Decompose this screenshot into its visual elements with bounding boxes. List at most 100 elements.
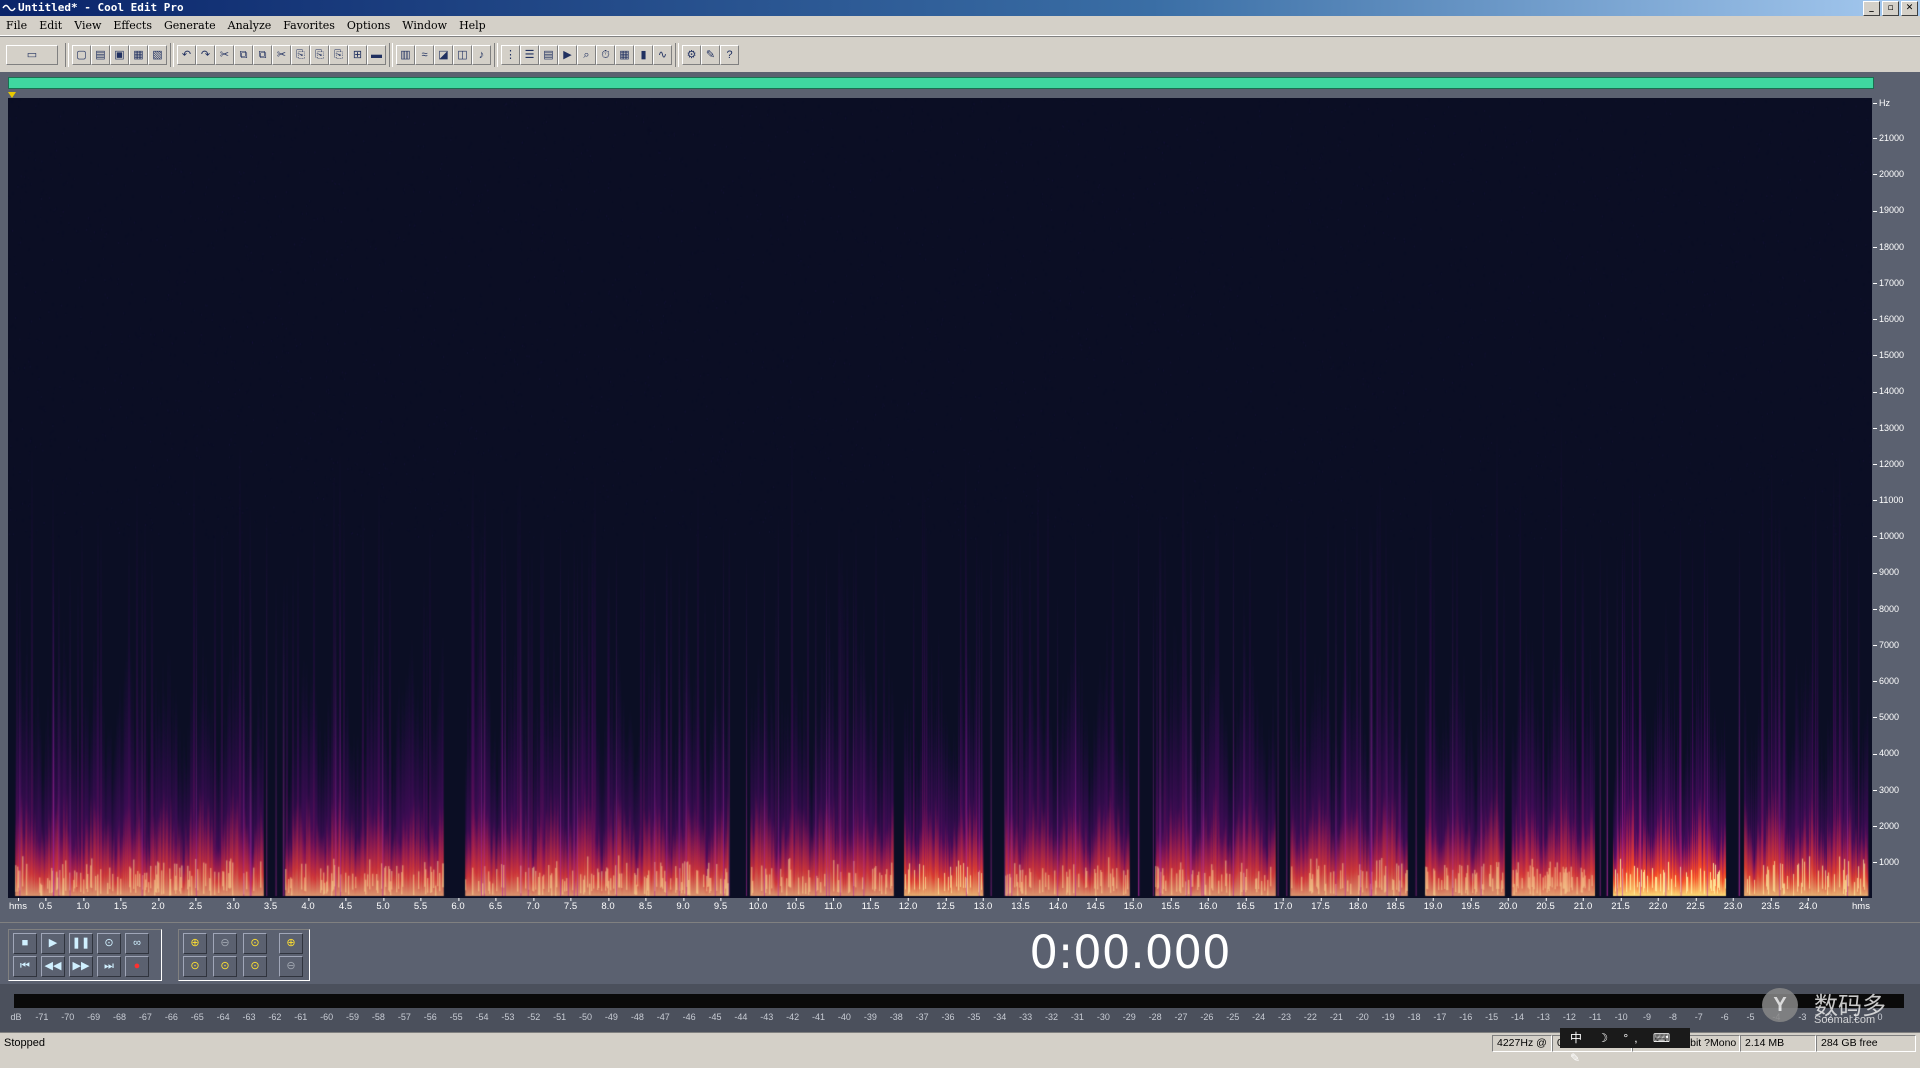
minimize-button[interactable]: _ xyxy=(1863,1,1880,16)
save-selection-icon[interactable]: ▦ xyxy=(129,45,148,65)
status-free-space: 284 GB free xyxy=(1816,1035,1916,1052)
meter-icon[interactable]: ▮ xyxy=(634,45,653,65)
fast-forward-icon[interactable]: ▶▶ xyxy=(69,956,93,977)
close-icon[interactable]: ▧ xyxy=(148,45,167,65)
overview-bar[interactable] xyxy=(8,77,1874,89)
zoom-selection-icon[interactable]: ⊙ xyxy=(243,956,267,977)
undo-icon[interactable]: ↶ xyxy=(177,45,196,65)
zoom-out-vertical-icon[interactable]: ⊖ xyxy=(279,956,303,977)
zoom-in-horizontal-icon[interactable]: ⊕ xyxy=(183,933,207,954)
time-tick: 5.5 xyxy=(414,901,427,912)
help-icon[interactable]: ? xyxy=(720,45,739,65)
meter-tick: -48 xyxy=(631,1012,644,1022)
app-icon xyxy=(2,2,16,14)
menu-help[interactable]: Help xyxy=(453,16,492,35)
meter-tick: -50 xyxy=(579,1012,592,1022)
time-tick: 11.5 xyxy=(862,901,880,912)
zoom-in-vertical-icon[interactable]: ⊕ xyxy=(279,933,303,954)
time-tick: 2.5 xyxy=(189,901,202,912)
record-icon[interactable]: ● xyxy=(125,956,149,977)
menu-edit[interactable]: Edit xyxy=(33,16,68,35)
meter-tick: -40 xyxy=(838,1012,851,1022)
loop-icon[interactable]: ∞ xyxy=(125,933,149,954)
meter-tick: -49 xyxy=(605,1012,618,1022)
meter-tick: -11 xyxy=(1589,1012,1601,1022)
copy-to-new-icon[interactable]: ⧉ xyxy=(253,45,272,65)
time-tick: 23.5 xyxy=(1761,901,1780,912)
grid-icon[interactable]: ▦ xyxy=(615,45,634,65)
spectrogram-display[interactable] xyxy=(8,98,1872,898)
time-format-icon[interactable]: ⏱ xyxy=(596,45,615,65)
zoom-full-icon[interactable]: ⊙ xyxy=(243,933,267,954)
copy-icon[interactable]: ⧉ xyxy=(234,45,253,65)
paste-icon[interactable]: ⎘ xyxy=(291,45,310,65)
restore-button[interactable]: ▫ xyxy=(1882,1,1899,16)
time-tick: 20.5 xyxy=(1536,901,1555,912)
title-bar: Untitled* - Cool Edit Pro _ ▫ ✕ xyxy=(0,0,1920,16)
pitch-icon[interactable]: ♪ xyxy=(472,45,491,65)
waveform-view-icon[interactable]: ≈ xyxy=(415,45,434,65)
open-icon[interactable]: ▤ xyxy=(91,45,110,65)
time-tick: 10.5 xyxy=(786,901,805,912)
menu-options[interactable]: Options xyxy=(341,16,396,35)
spectral-pan-icon[interactable]: ◪ xyxy=(434,45,453,65)
spectrogram-canvas[interactable] xyxy=(8,98,1872,898)
frequency-analysis-icon[interactable]: ∿ xyxy=(653,45,672,65)
zoom-right-icon[interactable]: ⊙ xyxy=(213,956,237,977)
frequency-tick: 19000 xyxy=(1873,205,1904,215)
menu-view[interactable]: View xyxy=(68,16,107,35)
menu-favorites[interactable]: Favorites xyxy=(277,16,341,35)
play-icon[interactable]: ▶ xyxy=(558,45,577,65)
menu-window[interactable]: Window xyxy=(396,16,453,35)
zoom-out-horizontal-icon[interactable]: ⊖ xyxy=(213,933,237,954)
toolbar-separator xyxy=(65,43,69,67)
pause-icon[interactable]: ❚❚ xyxy=(69,933,93,954)
time-ruler[interactable]: hms hms 0.5 1.0 1.5 2.0 2.5 3.0 3.5 4.0 4.5 5.0 5.… xyxy=(0,898,1920,916)
play-icon[interactable]: ▶ xyxy=(41,933,65,954)
silence-icon[interactable]: ▬ xyxy=(367,45,386,65)
time-tick: 9.5 xyxy=(714,901,727,912)
multitrack-view-icon[interactable]: ▭ xyxy=(6,45,58,65)
zoom-left-icon[interactable]: ⊙ xyxy=(183,956,207,977)
scripts-icon[interactable]: ✎ xyxy=(701,45,720,65)
go-to-end-icon[interactable]: ⏭ xyxy=(97,956,121,977)
save-icon[interactable]: ▣ xyxy=(110,45,129,65)
rewind-icon[interactable]: ◀◀ xyxy=(41,956,65,977)
frequency-tick: 17000 xyxy=(1873,278,1904,288)
repeat-icon[interactable]: ✂ xyxy=(215,45,234,65)
cue-list-icon[interactable]: ☰ xyxy=(520,45,539,65)
go-to-start-icon[interactable]: ⏮ xyxy=(13,956,37,977)
show-cues-icon[interactable]: ⋮ xyxy=(501,45,520,65)
status-file-size: 2.14 MB xyxy=(1740,1035,1816,1052)
spectral-phase-icon[interactable]: ◫ xyxy=(453,45,472,65)
spectral-view-icon[interactable]: ▥ xyxy=(396,45,415,65)
frequency-tick: 13000 xyxy=(1873,423,1904,433)
zoom-view-icon[interactable]: ⌕ xyxy=(577,45,596,65)
menu-effects[interactable]: Effects xyxy=(107,16,158,35)
window-title: Untitled* - Cool Edit Pro xyxy=(18,0,184,16)
ime-toolbar[interactable]: 中 ☽ °, ⌨ ✎ xyxy=(1560,1028,1690,1048)
cut-icon[interactable]: ✂ xyxy=(272,45,291,65)
new-icon[interactable]: ▢ xyxy=(72,45,91,65)
watermark-logo-icon: Y xyxy=(1762,988,1798,1022)
meter-tick: -68 xyxy=(113,1012,126,1022)
menu-generate[interactable]: Generate xyxy=(158,16,222,35)
meter-tick: -69 xyxy=(87,1012,100,1022)
mix-paste-icon[interactable]: ⎘ xyxy=(329,45,348,65)
menu-analyze[interactable]: Analyze xyxy=(222,16,278,35)
close-button[interactable]: ✕ xyxy=(1901,1,1918,16)
paste-to-new-icon[interactable]: ⎘ xyxy=(310,45,329,65)
settings-icon[interactable]: ⚙ xyxy=(682,45,701,65)
meter-tick: -38 xyxy=(890,1012,903,1022)
play-list-icon[interactable]: ▤ xyxy=(539,45,558,65)
stop-icon[interactable]: ■ xyxy=(13,933,37,954)
meter-tick: -55 xyxy=(450,1012,463,1022)
trim-icon[interactable]: ⊞ xyxy=(348,45,367,65)
meter-tick: -64 xyxy=(217,1012,230,1022)
watermark: Y 数码多 Soomal.com xyxy=(1762,984,1912,1028)
menu-file[interactable]: File xyxy=(0,16,33,35)
time-tick: 22.0 xyxy=(1649,901,1668,912)
redo-icon[interactable]: ↷ xyxy=(196,45,215,65)
play-to-end-icon[interactable]: ⊙ xyxy=(97,933,121,954)
meter-tick: -59 xyxy=(346,1012,359,1022)
